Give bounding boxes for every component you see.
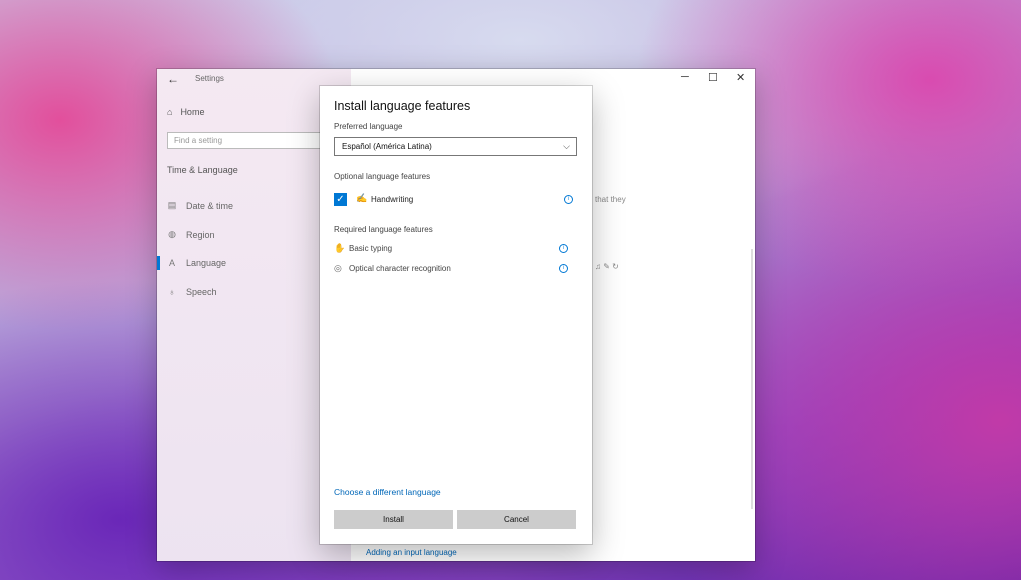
sidebar-item-label: Home: [180, 107, 205, 117]
sidebar-item-date-time[interactable]: ▤ Date & time: [167, 200, 233, 211]
sidebar-item-speech[interactable]: ♁ Speech: [167, 287, 217, 297]
choose-different-language-link[interactable]: Choose a different language: [334, 487, 441, 497]
feature-label: Basic typing: [349, 244, 393, 253]
sidebar-item-label: Region: [186, 229, 215, 240]
optional-features-label: Optional language features: [334, 172, 431, 181]
list-item-basic-typing: ✋ Basic typing i: [334, 243, 574, 257]
handwriting-label: Handwriting: [371, 195, 414, 204]
minimize-icon[interactable]: ─: [681, 71, 689, 83]
language-icon: A: [168, 258, 175, 268]
active-indicator: [157, 256, 160, 270]
required-features-label: Required language features: [334, 225, 433, 234]
info-icon[interactable]: i: [559, 264, 568, 273]
handwriting-checkbox[interactable]: ✓: [334, 193, 347, 206]
ocr-icon: ◎: [334, 263, 342, 273]
background-feature-icons: ♫ ✎ ↻: [595, 262, 619, 271]
chevron-down-icon: ⌵: [563, 141, 570, 151]
back-arrow-icon[interactable]: ←: [167, 72, 179, 86]
adding-input-language-link[interactable]: Adding an input language: [366, 548, 457, 557]
install-language-features-dialog: Install language features Preferred lang…: [320, 86, 592, 544]
select-value: Español (América Latina): [342, 142, 432, 151]
install-button[interactable]: Install: [334, 510, 453, 529]
close-icon[interactable]: ✕: [736, 71, 745, 84]
sidebar-item-home[interactable]: ⌂ Home: [167, 107, 204, 117]
sidebar-item-language[interactable]: A Language: [167, 258, 226, 268]
window-title: Settings: [195, 74, 224, 83]
calendar-icon: ▤: [167, 200, 177, 210]
sidebar-item-region[interactable]: ◍ Region: [167, 229, 215, 240]
microphone-icon: ♁: [168, 287, 176, 297]
info-icon[interactable]: i: [564, 195, 573, 204]
cancel-button[interactable]: Cancel: [457, 510, 576, 529]
handwriting-icon: ✍: [356, 193, 368, 203]
section-heading: Time & Language: [167, 165, 238, 175]
info-icon[interactable]: i: [559, 244, 568, 253]
home-icon: ⌂: [167, 107, 173, 117]
preferred-language-select[interactable]: Español (América Latina) ⌵: [334, 137, 577, 156]
background-text: that they: [595, 195, 626, 204]
globe-icon: ◍: [168, 229, 176, 239]
scrollbar[interactable]: [751, 249, 753, 509]
dialog-title: Install language features: [334, 99, 471, 113]
preferred-language-label: Preferred language: [334, 122, 403, 131]
sidebar-item-label: Date & time: [186, 200, 234, 211]
maximize-icon[interactable]: ☐: [708, 71, 718, 84]
typing-icon: ✋: [334, 243, 346, 253]
sidebar-item-label: Speech: [186, 287, 217, 297]
sidebar-item-label: Language: [186, 258, 227, 268]
feature-label: Optical character recognition: [349, 264, 451, 273]
list-item-ocr: ◎ Optical character recognition i: [334, 263, 574, 277]
